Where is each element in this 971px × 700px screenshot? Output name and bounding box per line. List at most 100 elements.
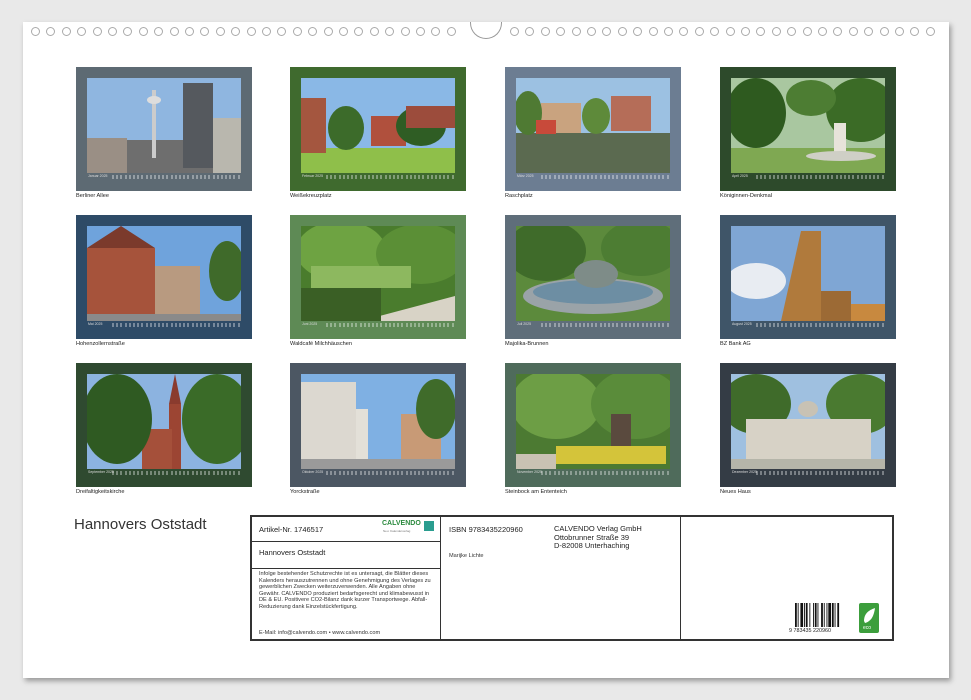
day-tick	[334, 471, 337, 475]
day-tick	[781, 175, 784, 179]
day-tick	[346, 471, 349, 475]
month-label: Dezember 2025	[732, 470, 757, 474]
month-label: August 2025	[732, 322, 752, 326]
day-tick	[595, 175, 598, 179]
day-tick	[141, 175, 144, 179]
day-tick	[666, 175, 669, 179]
day-tick	[603, 323, 606, 327]
day-tick	[326, 471, 328, 475]
month-photo	[516, 374, 670, 469]
day-tick	[216, 175, 219, 179]
day-tick	[179, 175, 181, 179]
day-tick	[797, 175, 800, 179]
day-tick	[843, 471, 846, 475]
article-number: Artikel-Nr. 1746517	[259, 525, 324, 534]
day-tick	[578, 175, 581, 179]
day-tick	[372, 471, 375, 475]
month-thumb-july[interactable]: Juli 2025	[505, 215, 681, 339]
day-tick	[553, 323, 556, 327]
day-tick	[413, 323, 416, 327]
day-tick	[848, 471, 851, 475]
day-tick	[756, 471, 758, 475]
day-tick	[557, 175, 560, 179]
day-tick	[124, 323, 127, 327]
day-tick	[814, 175, 817, 179]
month-label: Mai 2025	[88, 322, 103, 326]
day-tick	[187, 323, 190, 327]
binding-hole	[895, 27, 904, 36]
month-thumb-september[interactable]: September 2025	[76, 363, 252, 487]
binding-hole	[540, 27, 550, 36]
binding-hole	[648, 27, 658, 36]
binding-hole	[833, 27, 843, 36]
day-tick	[124, 471, 127, 475]
day-tick	[549, 323, 552, 327]
day-tick	[835, 175, 838, 179]
month-thumb-february[interactable]: Februar 2025	[290, 67, 466, 191]
binding-hole	[308, 27, 318, 36]
month-thumb-august[interactable]: August 2025	[720, 215, 896, 339]
binding-hole	[602, 27, 612, 36]
legal-cell: Infolge bestehender Schutzrechte ist es …	[252, 569, 441, 641]
day-tick	[166, 323, 169, 327]
day-tick	[334, 323, 337, 327]
day-tick	[864, 175, 867, 179]
day-tick	[772, 323, 775, 327]
day-tick	[153, 323, 156, 327]
day-tick	[566, 471, 569, 475]
product-title-cell: Hannovers Oststadt	[252, 542, 441, 569]
day-tick	[658, 175, 661, 179]
day-tick	[401, 323, 404, 327]
day-tick	[367, 175, 370, 179]
day-tick	[561, 175, 564, 179]
day-tick	[628, 471, 631, 475]
day-tick	[183, 323, 186, 327]
day-tick	[582, 323, 585, 327]
month-thumb-january[interactable]: Januar 2025	[76, 67, 252, 191]
month-thumb-november[interactable]: November 2025	[505, 363, 681, 487]
day-tick	[637, 471, 640, 475]
binding-hole	[556, 27, 566, 36]
day-tick	[591, 323, 594, 327]
month-thumb-december[interactable]: Dezember 2025	[720, 363, 896, 487]
day-tick	[881, 323, 884, 327]
day-tick	[873, 471, 876, 475]
day-tick	[869, 471, 872, 475]
day-tick	[199, 471, 202, 475]
day-tick	[409, 323, 412, 327]
day-tick	[831, 471, 834, 475]
day-tick	[827, 323, 830, 327]
day-tick	[443, 175, 446, 179]
day-tick	[793, 175, 796, 179]
day-tick	[384, 175, 387, 179]
binding-hole	[323, 27, 333, 36]
month-thumb-april[interactable]: April 2025	[720, 67, 896, 191]
day-tick	[582, 471, 585, 475]
month-label: März 2025	[517, 174, 534, 178]
day-tick	[831, 175, 834, 179]
day-tick	[591, 175, 594, 179]
day-tick	[860, 471, 863, 475]
eco-label: eco	[863, 625, 872, 631]
day-tick	[359, 175, 362, 179]
day-tick	[179, 471, 181, 475]
day-tick	[608, 175, 610, 179]
day-tick	[760, 323, 763, 327]
day-tick	[864, 323, 867, 327]
day-tick	[848, 323, 851, 327]
month-thumb-may[interactable]: Mai 2025	[76, 215, 252, 339]
day-tick	[662, 175, 665, 179]
month-thumb-march[interactable]: März 2025	[505, 67, 681, 191]
month-thumb-june[interactable]: Juni 2025	[290, 215, 466, 339]
day-tick	[137, 175, 140, 179]
day-tick	[806, 323, 809, 327]
day-tick	[789, 471, 792, 475]
binding-hole	[77, 27, 87, 36]
day-tick	[204, 323, 207, 327]
day-tick	[612, 175, 615, 179]
day-tick	[401, 471, 404, 475]
day-tick	[208, 175, 211, 179]
day-tick	[756, 323, 758, 327]
day-tick	[359, 323, 362, 327]
month-thumb-october[interactable]: Oktober 2025	[290, 363, 466, 487]
